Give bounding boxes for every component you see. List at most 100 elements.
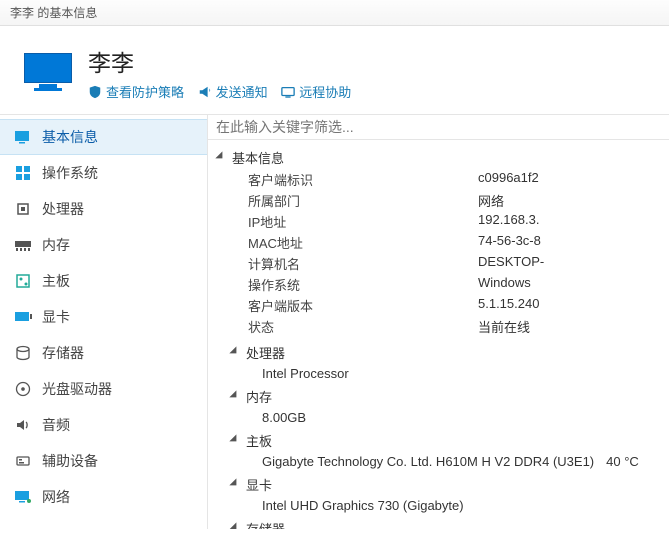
section-gpu: 显卡 Intel UHD Graphics 730 (Gigabyte) <box>212 473 665 515</box>
window-title: 李李 的基本信息 <box>10 6 97 20</box>
cpu-icon <box>14 201 32 217</box>
sidebar-item-network[interactable]: 网络 <box>0 479 207 515</box>
header-titles: 李李 查看防护策略 发送通知 远程协助 <box>88 44 649 102</box>
sidebar-item-optical[interactable]: 光盘驱动器 <box>0 371 207 407</box>
section-motherboard: 主板 Gigabyte Technology Co. Ltd. H610M H … <box>212 429 665 471</box>
kv-key: 客户端版本 <box>248 296 478 315</box>
kv-row: IP地址192.168.3. <box>248 211 665 232</box>
sidebar-item-label: 操作系统 <box>42 163 98 183</box>
remote-icon <box>281 85 295 99</box>
sidebar: 基本信息 操作系统 处理器 内存 主板 显卡 存储器 光盘驱动器 <box>0 115 208 529</box>
sidebar-item-cpu[interactable]: 处理器 <box>0 191 207 227</box>
section-title: 主板 <box>246 431 272 450</box>
monitor-icon <box>24 53 72 93</box>
section-head-motherboard[interactable]: 主板 <box>212 429 665 452</box>
chevron-down-icon <box>232 391 242 401</box>
page-title: 李李 <box>88 44 649 78</box>
window-titlebar: 李李 的基本信息 <box>0 0 669 26</box>
temperature-value: 40 °C <box>606 454 639 469</box>
kv-row: 操作系统Windows <box>248 274 665 295</box>
kv-value: 5.1.15.240 <box>478 296 539 315</box>
kv-row: 所属部门网络 <box>248 190 665 211</box>
section-title: 处理器 <box>246 343 285 362</box>
section-value: Intel UHD Graphics 730 (Gigabyte) <box>212 496 665 515</box>
section-title: 内存 <box>246 387 272 406</box>
remote-assist-link[interactable]: 远程协助 <box>281 82 351 101</box>
section-value: 8.00GB <box>212 408 665 427</box>
sidebar-item-label: 显卡 <box>42 307 70 327</box>
section-title: 基本信息 <box>232 148 284 167</box>
section-head-storage[interactable]: 存储器 <box>212 517 665 529</box>
section-title: 显卡 <box>246 475 272 494</box>
sidebar-item-audio[interactable]: 音频 <box>0 407 207 443</box>
section-head-basic[interactable]: 基本信息 <box>212 146 665 169</box>
kv-row: 客户端标识c0996a1f2 <box>248 169 665 190</box>
sidebar-item-label: 音频 <box>42 415 70 435</box>
sidebar-item-label: 辅助设备 <box>42 451 98 471</box>
chevron-down-icon <box>218 152 228 162</box>
speaker-icon <box>14 417 32 433</box>
kv-key: 所属部门 <box>248 191 478 210</box>
kv-value: DESKTOP- <box>478 254 544 273</box>
send-notify-link[interactable]: 发送通知 <box>198 82 268 101</box>
sidebar-item-label: 内存 <box>42 235 70 255</box>
section-head-cpu[interactable]: 处理器 <box>212 341 665 364</box>
sidebar-item-gpu[interactable]: 显卡 <box>0 299 207 335</box>
section-basic: 基本信息 客户端标识c0996a1f2 所属部门网络 IP地址192.168.3… <box>212 146 665 339</box>
sidebar-item-os[interactable]: 操作系统 <box>0 155 207 191</box>
kv-key: IP地址 <box>248 212 478 231</box>
kv-key: 状态 <box>248 317 478 336</box>
sidebar-item-label: 存储器 <box>42 343 84 363</box>
header-links: 查看防护策略 发送通知 远程协助 <box>88 82 649 102</box>
section-value: Gigabyte Technology Co. Ltd. H610M H V2 … <box>212 452 665 471</box>
sidebar-item-label: 处理器 <box>42 199 84 219</box>
shield-icon <box>88 85 102 99</box>
motherboard-icon <box>14 273 32 289</box>
windows-icon <box>14 165 32 181</box>
view-policy-link[interactable]: 查看防护策略 <box>88 82 184 101</box>
kv-value: Windows <box>478 275 531 294</box>
chevron-down-icon <box>232 523 242 529</box>
sidebar-item-memory[interactable]: 内存 <box>0 227 207 263</box>
sidebar-item-aux[interactable]: 辅助设备 <box>0 443 207 479</box>
sidebar-item-basic[interactable]: 基本信息 <box>0 119 207 155</box>
kv-value: 192.168.3. <box>478 212 539 231</box>
section-value: Intel Processor <box>212 364 665 383</box>
sidebar-item-motherboard[interactable]: 主板 <box>0 263 207 299</box>
section-head-gpu[interactable]: 显卡 <box>212 473 665 496</box>
link-label: 远程协助 <box>299 82 351 101</box>
link-label: 查看防护策略 <box>106 82 184 101</box>
sidebar-item-storage[interactable]: 存储器 <box>0 335 207 371</box>
kv-value: c0996a1f2 <box>478 170 539 189</box>
kv-key: 操作系统 <box>248 275 478 294</box>
details-pane: 基本信息 客户端标识c0996a1f2 所属部门网络 IP地址192.168.3… <box>208 115 669 529</box>
kv-key: 计算机名 <box>248 254 478 273</box>
kv-value: 当前在线 <box>478 317 530 336</box>
memory-icon <box>14 237 32 253</box>
kv-value: 网络 <box>478 191 504 210</box>
sidebar-item-label: 基本信息 <box>42 127 98 147</box>
kv-key: MAC地址 <box>248 233 478 252</box>
chevron-down-icon <box>232 347 242 357</box>
disc-icon <box>14 381 32 397</box>
section-storage: 存储器 476GB Lecoo E651T M.2 NVMe 2280 512G… <box>212 517 665 529</box>
storage-icon <box>14 345 32 361</box>
filter-input[interactable] <box>216 119 661 135</box>
kv-row: MAC地址74-56-3c-8 <box>248 232 665 253</box>
main-body: 基本信息 操作系统 处理器 内存 主板 显卡 存储器 光盘驱动器 <box>0 115 669 529</box>
sidebar-item-label: 光盘驱动器 <box>42 379 112 399</box>
section-head-memory[interactable]: 内存 <box>212 385 665 408</box>
network-icon <box>14 489 32 505</box>
megaphone-icon <box>198 85 212 99</box>
kv-row: 状态当前在线 <box>248 316 665 337</box>
gpu-icon <box>14 309 32 325</box>
kv-row: 计算机名DESKTOP- <box>248 253 665 274</box>
sidebar-item-label: 网络 <box>42 487 70 507</box>
kv-list-basic: 客户端标识c0996a1f2 所属部门网络 IP地址192.168.3. MAC… <box>212 169 665 339</box>
section-memory: 内存 8.00GB <box>212 385 665 427</box>
info-tree: 基本信息 客户端标识c0996a1f2 所属部门网络 IP地址192.168.3… <box>208 140 669 529</box>
kv-value: 74-56-3c-8 <box>478 233 541 252</box>
header: 李李 查看防护策略 发送通知 远程协助 <box>0 26 669 115</box>
info-icon <box>14 129 32 145</box>
chevron-down-icon <box>232 435 242 445</box>
